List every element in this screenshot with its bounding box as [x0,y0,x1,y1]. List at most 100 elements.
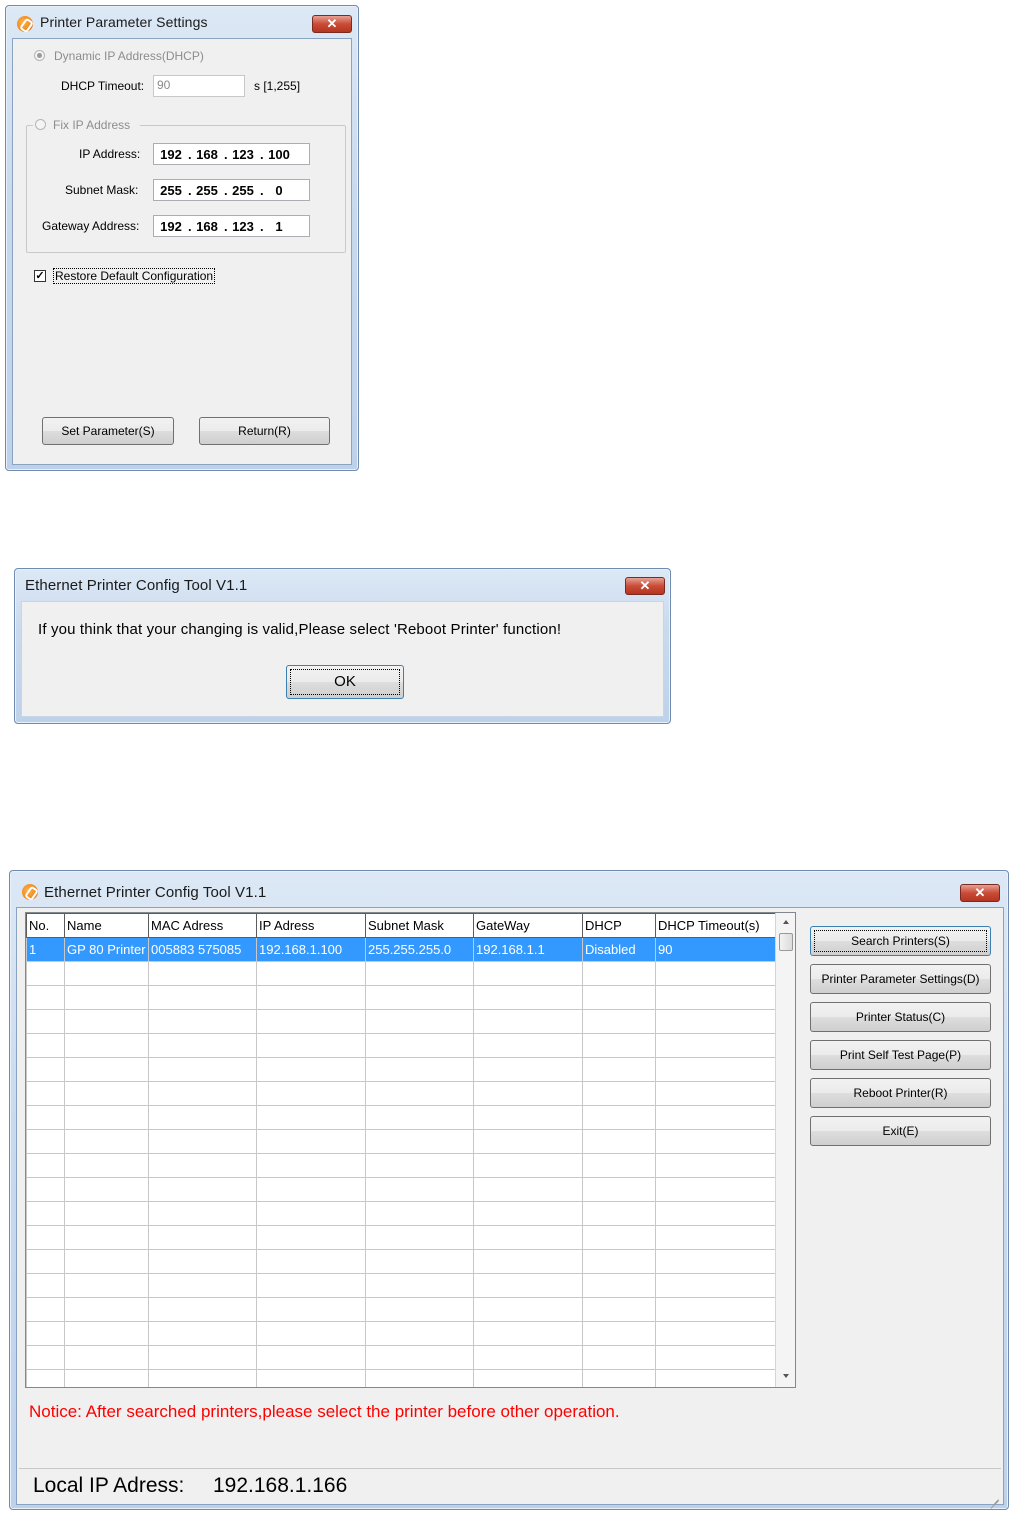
cell-dhcp: Disabled [582,937,656,962]
resize-grip-icon[interactable] [985,1486,999,1509]
printer-list-table[interactable]: No. Name MAC Adress IP Adress Subnet Mas… [25,912,796,1388]
dhcp-timeout-label: DHCP Timeout: [61,79,145,93]
column-header-dhcp-timeout[interactable]: DHCP Timeout(s) [655,913,776,938]
dhcp-radio-label: Dynamic IP Address(DHCP) [54,49,204,63]
cell-subnet: 255.255.255.0 [365,937,474,962]
close-button[interactable]: ✕ [312,15,352,33]
dhcp-timeout-range: s [1,255] [254,79,301,93]
ok-button[interactable]: OK [286,665,404,699]
print-self-test-page-button[interactable]: Print Self Test Page(P) [810,1040,991,1070]
empty-row[interactable] [26,1033,776,1058]
dhcp-radio[interactable] [34,50,45,61]
empty-row[interactable] [26,961,776,986]
exit-button[interactable]: Exit(E) [810,1116,991,1146]
status-bar: Local IP Adress: 192.168.1.166 [19,1468,1001,1509]
dialog-body: Dynamic IP Address(DHCP) DHCP Timeout: 9… [12,38,352,465]
close-button[interactable]: ✕ [625,577,665,595]
scroll-up-arrow-icon[interactable] [783,920,789,924]
cell-ip: 192.168.1.100 [256,937,366,962]
printer-parameter-settings-dialog: Printer Parameter Settings ✕ Dynamic IP … [5,5,359,471]
subnet-mask-label: Subnet Mask: [65,183,139,197]
main-config-tool-window: Ethernet Printer Config Tool V1.1 ✕ No. … [9,870,1009,1510]
gateway-address-field[interactable]: 192. 168. 123. 1 [153,215,310,237]
cell-gateway: 192.168.1.1 [473,937,583,962]
message-box-title: Ethernet Printer Config Tool V1.1 [25,577,248,594]
app-wrench-icon [17,16,33,32]
gateway-address-label: Gateway Address: [42,219,140,233]
empty-row[interactable] [26,1201,776,1226]
empty-row[interactable] [26,1225,776,1250]
table-vertical-scrollbar[interactable] [775,913,795,1387]
return-button[interactable]: Return(R) [199,417,330,445]
cell-dhcp-timeout: 90 [655,937,776,962]
gateway-octet-3: 123 [232,218,254,234]
empty-row[interactable] [26,1297,776,1322]
fix-ip-legend: Fix IP Address [33,117,141,133]
dialog-title: Printer Parameter Settings [40,14,208,30]
column-header-name[interactable]: Name [64,913,149,938]
scroll-down-arrow-icon[interactable] [783,1374,789,1378]
fix-ip-radio-label: Fix IP Address [53,118,131,132]
cell-name: GP 80 Printer [64,937,149,962]
column-header-dhcp[interactable]: DHCP [582,913,656,938]
ip-octet-1: 192 [160,146,182,162]
ip-address-label: IP Address: [79,147,141,161]
column-header-mac[interactable]: MAC Adress [148,913,257,938]
local-ip-label: Local IP Adress: [33,1474,185,1497]
empty-row[interactable] [26,1105,776,1130]
search-printers-button[interactable]: Search Printers(S) [810,926,991,956]
printer-status-button[interactable]: Printer Status(C) [810,1002,991,1032]
gateway-octet-2: 168 [196,218,218,234]
main-window-title: Ethernet Printer Config Tool V1.1 [44,884,267,901]
gateway-octet-1: 192 [160,218,182,234]
restore-default-checkbox[interactable]: ✓ [34,270,46,282]
message-box-body: If you think that your changing is valid… [21,601,664,717]
column-header-ip[interactable]: IP Adress [256,913,366,938]
subnet-octet-3: 255 [232,182,254,198]
empty-row[interactable] [26,1153,776,1178]
empty-row[interactable] [26,1321,776,1346]
subnet-octet-1: 255 [160,182,182,198]
empty-row[interactable] [26,1081,776,1106]
fix-ip-radio[interactable] [35,119,46,130]
cell-mac: 005883 575085 [148,937,257,962]
confirmation-message-box: Ethernet Printer Config Tool V1.1 ✕ If y… [14,568,671,724]
dhcp-timeout-value: 90 [157,78,171,92]
column-header-subnet[interactable]: Subnet Mask [365,913,474,938]
table-header-row: No. Name MAC Adress IP Adress Subnet Mas… [26,913,776,938]
subnet-octet-2: 255 [196,182,218,198]
title-bar[interactable]: Ethernet Printer Config Tool V1.1 ✕ [10,871,1008,902]
empty-row[interactable] [26,1129,776,1154]
ip-octet-4: 100 [268,146,290,162]
subnet-mask-field[interactable]: 255. 255. 255. 0 [153,179,310,201]
column-header-no[interactable]: No. [26,913,65,938]
message-text: If you think that your changing is valid… [38,621,562,638]
set-parameter-button[interactable]: Set Parameter(S) [42,417,174,445]
ip-octet-2: 168 [196,146,218,162]
column-header-gateway[interactable]: GateWay [473,913,583,938]
close-button[interactable]: ✕ [960,884,1000,902]
ip-address-field[interactable]: 192. 168. 123. 100 [153,143,310,165]
empty-row[interactable] [26,985,776,1010]
empty-row[interactable] [26,1177,776,1202]
title-bar[interactable]: Ethernet Printer Config Tool V1.1 ✕ [15,569,670,599]
app-wrench-icon [22,884,38,900]
empty-row[interactable] [26,1369,776,1387]
notice-text: Notice: After searched printers,please s… [29,1402,620,1421]
empty-row[interactable] [26,1249,776,1274]
printer-parameter-settings-button[interactable]: Printer Parameter Settings(D) [810,964,991,994]
cell-no: 1 [26,937,65,962]
table-row[interactable]: 1 GP 80 Printer 005883 575085 192.168.1.… [26,937,776,962]
ip-octet-3: 123 [232,146,254,162]
restore-default-label: Restore Default Configuration [53,268,216,284]
dhcp-timeout-field[interactable]: 90 [153,75,245,97]
empty-row[interactable] [26,1009,776,1034]
reboot-printer-button[interactable]: Reboot Printer(R) [810,1078,991,1108]
local-ip-value: 192.168.1.166 [213,1474,348,1497]
empty-row[interactable] [26,1057,776,1082]
main-window-body: No. Name MAC Adress IP Adress Subnet Mas… [16,907,1004,1509]
empty-row[interactable] [26,1273,776,1298]
empty-row[interactable] [26,1345,776,1370]
title-bar[interactable]: Printer Parameter Settings ✕ [6,6,358,36]
scroll-thumb[interactable] [779,933,793,951]
